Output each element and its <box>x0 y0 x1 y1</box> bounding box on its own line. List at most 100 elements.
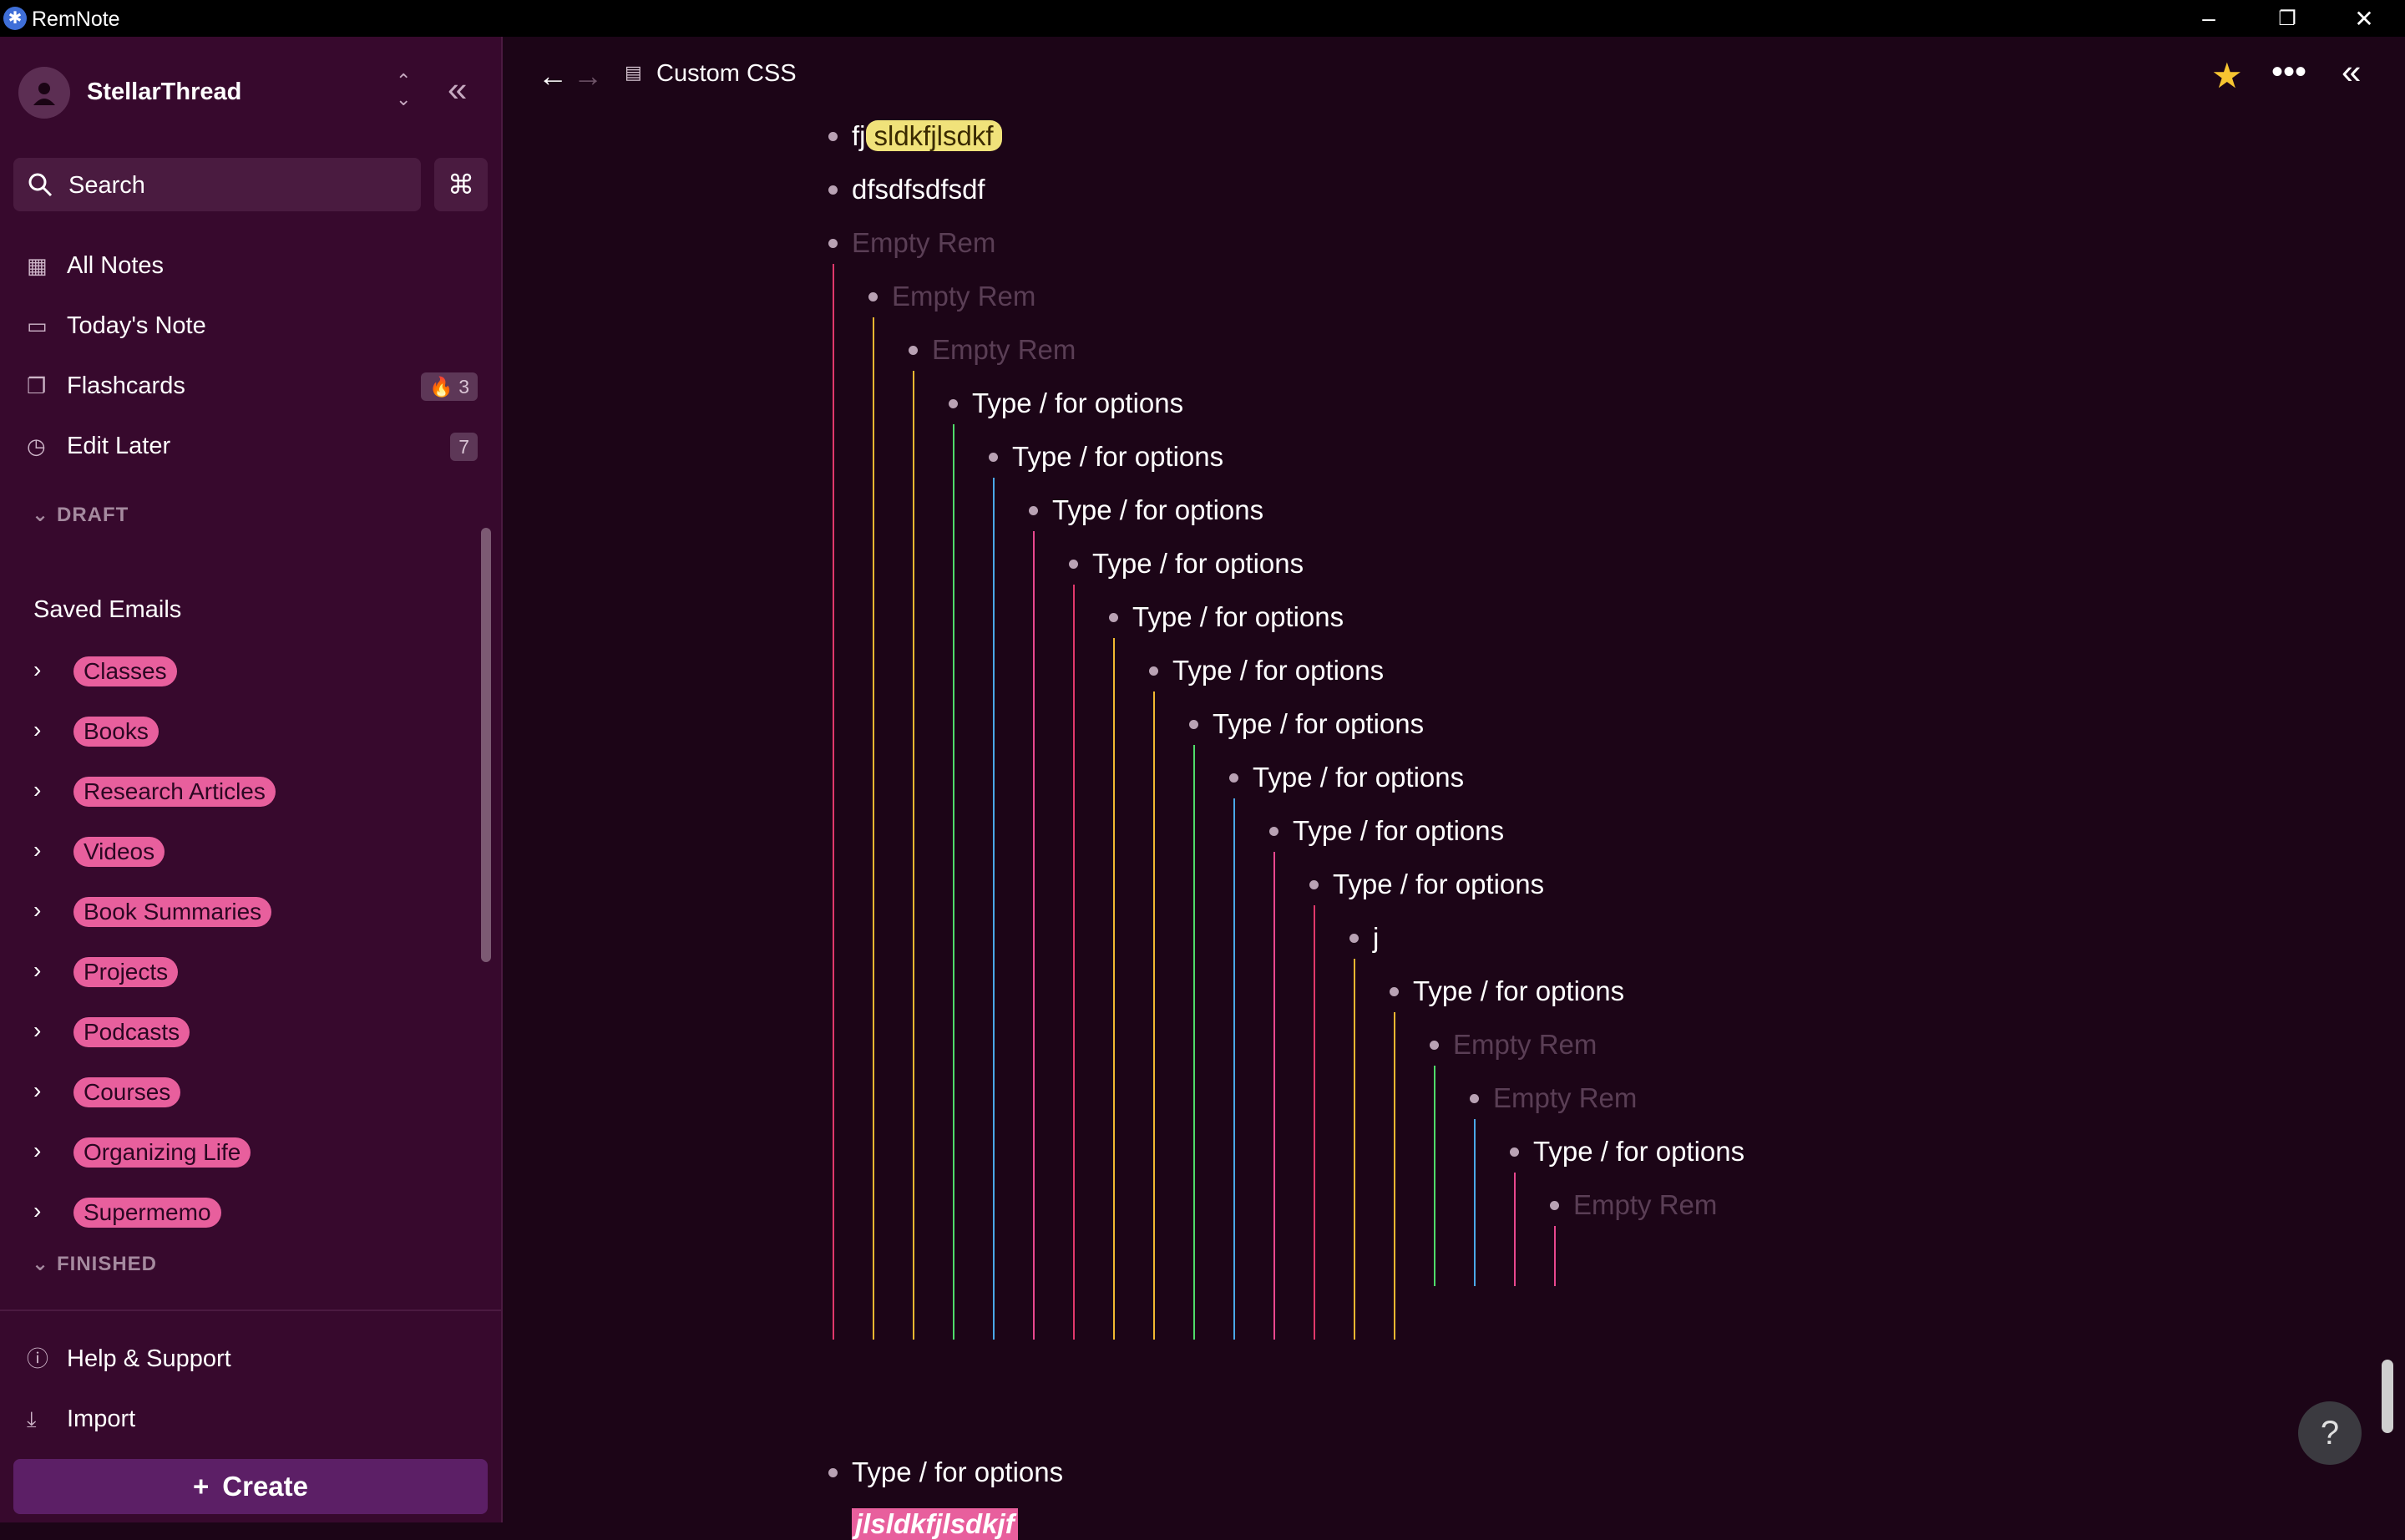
rem-bullet[interactable] <box>1149 666 1158 676</box>
rem-text[interactable]: Type / for options <box>1253 762 1464 793</box>
import-item[interactable]: ⤓ Import <box>27 1397 478 1439</box>
rem-text[interactable]: j <box>1373 922 1379 954</box>
chevron-right-icon[interactable]: › <box>33 656 53 683</box>
help-support-item[interactable]: ⓘ Help & Support <box>27 1337 478 1379</box>
search-box[interactable]: Search <box>13 158 421 211</box>
forward-arrow-icon[interactable]: → <box>573 58 603 94</box>
indent-guide-line <box>1514 1173 1516 1286</box>
close-button[interactable]: ✕ <box>2327 0 2402 37</box>
tag-label[interactable]: Podcasts <box>73 1017 190 1047</box>
rem-bullet[interactable] <box>828 185 838 195</box>
rem-bullet[interactable] <box>1229 773 1238 783</box>
rem-text[interactable]: Type / for options <box>1172 655 1384 686</box>
tag-label[interactable]: Supermemo <box>73 1198 221 1228</box>
rem-bullet[interactable] <box>1550 1201 1559 1210</box>
sidebar-scrollbar[interactable] <box>481 528 491 962</box>
rem-bullet[interactable] <box>1309 880 1319 889</box>
create-button[interactable]: + Create <box>13 1459 488 1514</box>
rem-bullet[interactable] <box>1109 613 1118 622</box>
breadcrumb-title[interactable]: Custom CSS <box>656 60 797 88</box>
chevron-right-icon[interactable]: › <box>33 957 53 984</box>
empty-rem[interactable]: Empty Rem <box>892 281 1035 312</box>
rem-text[interactable]: Type / for options <box>1132 601 1344 633</box>
rem-bullet[interactable] <box>828 132 838 141</box>
rem-bullet[interactable] <box>868 292 878 301</box>
empty-rem[interactable]: Empty Rem <box>1493 1082 1637 1114</box>
empty-rem[interactable]: Empty Rem <box>1453 1029 1597 1061</box>
tag-label[interactable]: Books <box>73 717 159 747</box>
restore-button[interactable]: ❐ <box>2250 0 2325 37</box>
rem-bullet[interactable] <box>1069 560 1078 569</box>
user-icon <box>33 83 55 105</box>
rem-text[interactable]: Type / for options <box>1413 975 1624 1007</box>
rem-bullet[interactable] <box>1269 827 1278 836</box>
tag-label[interactable]: Projects <box>73 957 179 987</box>
partial-rem-text[interactable]: jlsldkfjlsdkjf <box>852 1508 1018 1540</box>
chevron-right-icon[interactable]: › <box>33 1198 53 1224</box>
workspace-switcher[interactable]: StellarThread ⌃ ⌄ « <box>18 67 486 119</box>
tag-label[interactable]: Organizing Life <box>73 1137 251 1168</box>
rem-bullet[interactable] <box>1029 506 1038 515</box>
saved-emails-item[interactable]: Saved Emails <box>33 596 181 624</box>
rem-text[interactable]: dfsdfsdfsdf <box>852 174 985 205</box>
indent-guide-line <box>1394 1012 1395 1340</box>
tag-label[interactable]: Courses <box>73 1077 181 1107</box>
chevron-right-icon[interactable]: › <box>33 1017 53 1044</box>
more-options-icon[interactable]: ••• <box>2271 53 2306 91</box>
editor-scrollbar[interactable] <box>2382 1360 2393 1433</box>
rem-text[interactable]: Type / for options <box>1052 494 1263 526</box>
chevron-right-icon[interactable]: › <box>33 717 53 743</box>
rem-bullet[interactable] <box>1390 987 1399 996</box>
rem-bullet[interactable] <box>1189 720 1198 729</box>
rem-bullet[interactable] <box>828 239 838 248</box>
help-button[interactable]: ? <box>2298 1401 2362 1465</box>
rem-text[interactable]: Type / for options <box>1213 708 1424 740</box>
rem-bullet[interactable] <box>949 399 958 408</box>
workspace-sort-icon[interactable]: ⌃ ⌄ <box>396 72 411 109</box>
chevron-right-icon[interactable]: › <box>33 1137 53 1164</box>
rem-bullet[interactable] <box>989 453 998 462</box>
chevron-right-icon[interactable]: › <box>33 777 53 803</box>
rem-text[interactable]: Type / for options <box>852 1456 1063 1488</box>
draft-section-header[interactable]: ⌄ DRAFT <box>32 503 129 527</box>
sidebar: StellarThread ⌃ ⌄ « Search ⌘ ▦ All Notes … <box>0 37 503 1522</box>
finished-section-header[interactable]: ⌄ FINISHED <box>32 1252 157 1276</box>
empty-rem[interactable]: Empty Rem <box>1573 1189 1717 1221</box>
nav-label: Import <box>67 1406 136 1432</box>
chevron-right-icon[interactable]: › <box>33 1077 53 1104</box>
chevron-right-icon[interactable]: › <box>33 897 53 924</box>
collapse-right-panel-icon[interactable]: « <box>2342 52 2361 92</box>
star-icon[interactable]: ★ <box>2211 55 2243 96</box>
command-palette-button[interactable]: ⌘ <box>434 158 488 211</box>
nav-todays-note[interactable]: ▭ Today's Note <box>27 304 478 346</box>
back-arrow-icon[interactable]: ← <box>538 58 568 94</box>
rem-text[interactable]: Type / for options <box>1533 1136 1744 1168</box>
rem-text[interactable]: Type / for options <box>1293 815 1504 847</box>
tag-label[interactable]: Videos <box>73 837 165 867</box>
rem-text[interactable]: Type / for options <box>1333 869 1544 900</box>
empty-rem[interactable]: Empty Rem <box>852 227 995 259</box>
nav-all-notes[interactable]: ▦ All Notes <box>27 244 478 286</box>
tag-label[interactable]: Book Summaries <box>73 897 272 927</box>
section-label: DRAFT <box>57 504 129 526</box>
empty-rem[interactable]: Empty Rem <box>932 334 1076 366</box>
tag-label[interactable]: Classes <box>73 656 177 686</box>
avatar[interactable] <box>18 67 70 119</box>
minimize-button[interactable]: – <box>2171 0 2246 37</box>
nav-flashcards[interactable]: ❐ Flashcards 🔥 3 <box>27 364 478 406</box>
tag-label[interactable]: Research Articles <box>73 777 276 807</box>
rem-bullet[interactable] <box>1349 934 1359 943</box>
rem-text[interactable]: fj sldkfjlsdkf <box>852 120 1002 152</box>
rem-bullet[interactable] <box>1470 1094 1479 1103</box>
rem-text[interactable]: Type / for options <box>1092 548 1304 580</box>
rem-bullet[interactable] <box>1510 1147 1519 1157</box>
nav-edit-later[interactable]: ◷ Edit Later 7 <box>27 424 478 466</box>
rem-bullet[interactable] <box>1430 1041 1439 1050</box>
rem-bullet[interactable] <box>909 346 918 355</box>
chevron-right-icon[interactable]: › <box>33 837 53 864</box>
rem-text[interactable]: Type / for options <box>972 388 1183 419</box>
rem-text[interactable]: Type / for options <box>1012 441 1223 473</box>
rem-bullet[interactable] <box>828 1468 838 1477</box>
plus-icon: + <box>192 1471 210 1502</box>
collapse-sidebar-icon[interactable]: « <box>448 72 467 107</box>
